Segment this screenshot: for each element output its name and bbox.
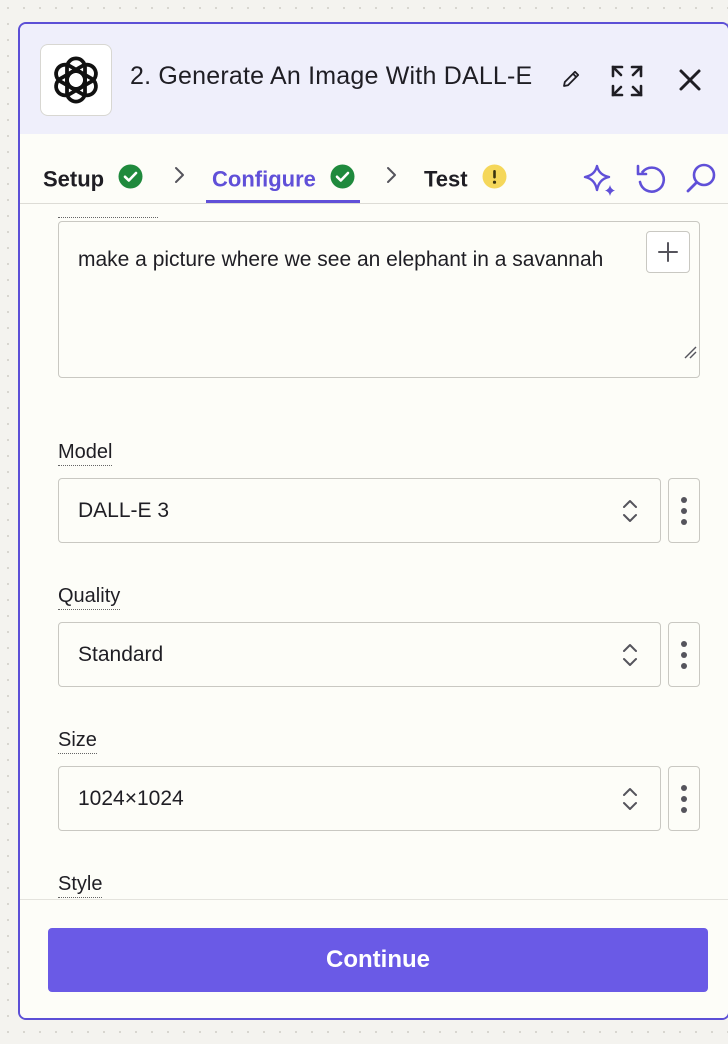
prompt-label-clipped bbox=[58, 205, 159, 218]
step-title[interactable]: 2. Generate An Image With DALL-E bbox=[130, 62, 532, 91]
step-editor-panel: 2. Generate An Image With DALL-E Setup C… bbox=[18, 22, 728, 1020]
style-label: Style bbox=[58, 873, 103, 898]
model-more-options-button[interactable] bbox=[668, 478, 700, 543]
undo-icon[interactable] bbox=[634, 161, 668, 202]
kebab-menu-icon bbox=[681, 496, 687, 503]
prompt-textarea[interactable]: make a picture where we see an elephant … bbox=[58, 221, 700, 378]
chevron-up-down-icon bbox=[622, 498, 638, 529]
warning-circle-icon bbox=[482, 164, 507, 195]
check-circle-icon bbox=[118, 164, 143, 195]
chevron-right-icon bbox=[384, 166, 398, 189]
size-select-value: 1024×1024 bbox=[78, 787, 184, 810]
kebab-menu-icon bbox=[681, 784, 687, 791]
panel-header: 2. Generate An Image With DALL-E bbox=[20, 24, 728, 134]
openai-logo-icon bbox=[40, 44, 112, 116]
expand-icon[interactable] bbox=[610, 64, 644, 103]
plus-icon bbox=[658, 242, 678, 262]
size-select[interactable]: 1024×1024 bbox=[58, 766, 661, 831]
tab-setup-label: Setup bbox=[43, 166, 105, 192]
close-icon[interactable] bbox=[676, 66, 704, 99]
quality-more-options-button[interactable] bbox=[668, 622, 700, 687]
resize-grip-icon[interactable] bbox=[683, 331, 697, 375]
kebab-menu-icon bbox=[681, 640, 687, 647]
chevron-up-down-icon bbox=[622, 642, 638, 673]
prompt-text: make a picture where we see an elephant … bbox=[78, 248, 604, 271]
step-tabs: Setup Configure Test bbox=[20, 134, 728, 204]
quality-label: Quality bbox=[58, 585, 121, 610]
search-icon[interactable] bbox=[684, 161, 718, 202]
tab-test[interactable]: Test bbox=[424, 164, 507, 195]
tab-configure[interactable]: Configure bbox=[212, 164, 355, 195]
size-more-options-button[interactable] bbox=[668, 766, 700, 831]
pencil-icon[interactable] bbox=[560, 68, 582, 95]
sparkles-icon[interactable] bbox=[582, 161, 618, 202]
tab-configure-label: Configure bbox=[212, 166, 316, 192]
tab-test-label: Test bbox=[424, 166, 468, 192]
model-select-value: DALL-E 3 bbox=[78, 499, 170, 522]
tab-setup[interactable]: Setup bbox=[43, 164, 143, 195]
chevron-up-down-icon bbox=[622, 786, 638, 817]
chevron-right-icon bbox=[172, 166, 186, 189]
continue-button[interactable]: Continue bbox=[48, 928, 708, 992]
check-circle-icon bbox=[330, 164, 355, 195]
model-label: Model bbox=[58, 441, 113, 466]
insert-data-button[interactable] bbox=[646, 231, 690, 273]
config-form: make a picture where we see an elephant … bbox=[20, 205, 728, 899]
quality-select-value: Standard bbox=[78, 643, 164, 666]
panel-footer: Continue bbox=[20, 899, 728, 1018]
active-tab-indicator bbox=[206, 200, 360, 203]
quality-select[interactable]: Standard bbox=[58, 622, 661, 687]
model-select[interactable]: DALL-E 3 bbox=[58, 478, 661, 543]
size-label: Size bbox=[58, 729, 97, 754]
